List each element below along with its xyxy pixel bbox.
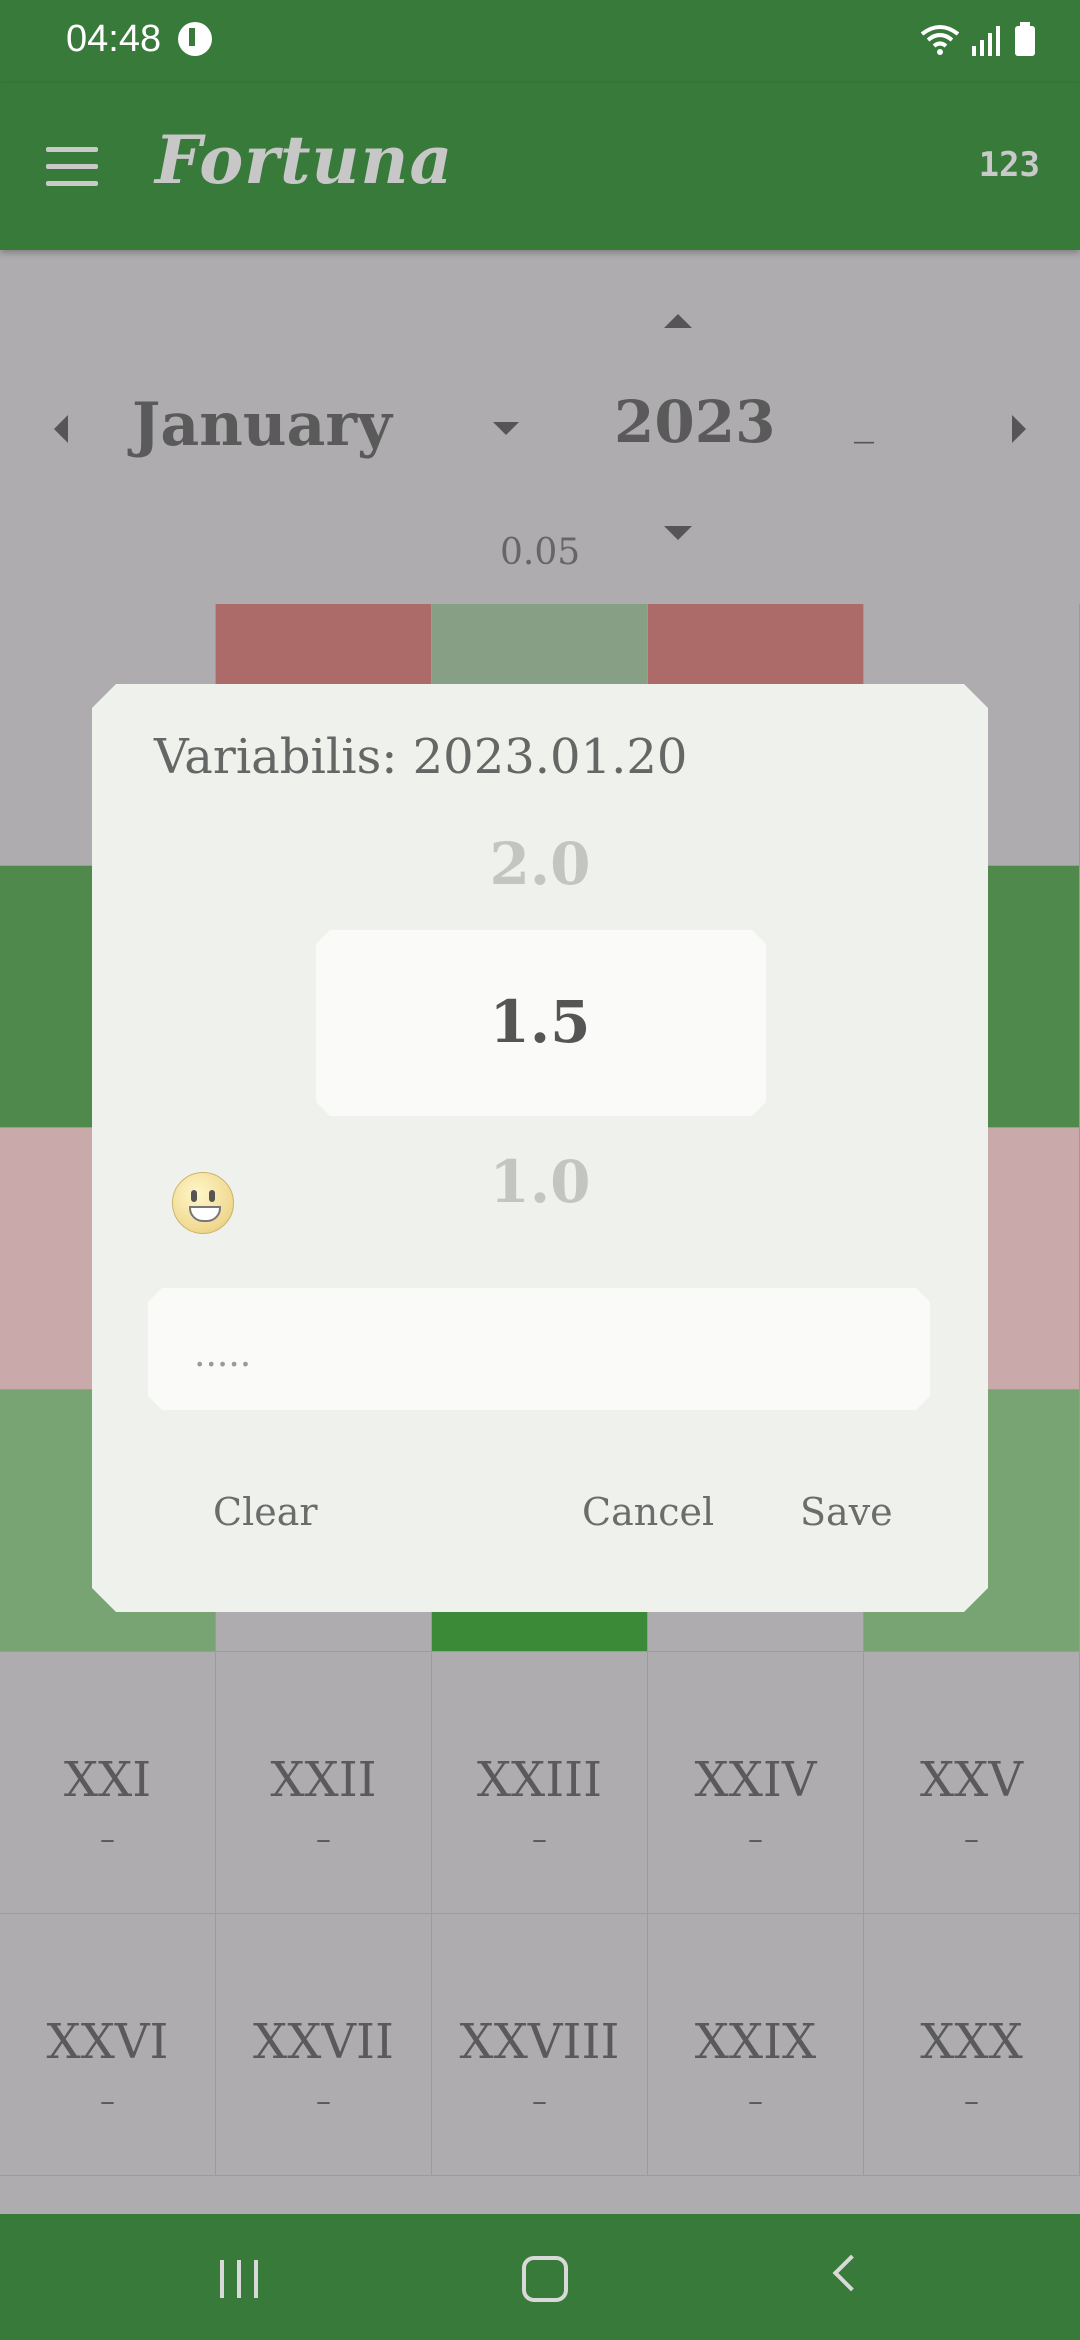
cancel-button[interactable]: Cancel: [582, 1490, 714, 1534]
day-value: –: [100, 2084, 115, 2119]
dash-toggle[interactable]: _: [854, 398, 874, 444]
day-number: XXVII: [253, 2014, 394, 2070]
clear-button[interactable]: Clear: [213, 1490, 318, 1534]
year-value[interactable]: 2023: [614, 388, 775, 456]
picker-current-value[interactable]: 1.5: [92, 988, 988, 1056]
next-month-icon[interactable]: [1012, 415, 1026, 443]
calendar-day-cell[interactable]: XXI –: [0, 1652, 216, 1914]
system-navigation-bar: [0, 2214, 1080, 2340]
day-number: XXIII: [476, 1752, 603, 1808]
day-value: –: [748, 1822, 763, 1857]
battery-icon: [1015, 22, 1035, 56]
previous-month-icon[interactable]: [54, 415, 68, 443]
day-value: –: [100, 1822, 115, 1857]
home-icon[interactable]: [522, 2256, 568, 2302]
day-number: XXII: [270, 1752, 377, 1808]
wifi-icon: [920, 25, 960, 55]
date-navigation: January 2023 _ 0.05: [0, 250, 1080, 605]
day-value: –: [748, 2084, 763, 2119]
year-increment-icon[interactable]: [664, 314, 692, 328]
day-value: –: [964, 1822, 979, 1857]
status-time: 04:48: [66, 18, 162, 60]
save-button[interactable]: Save: [800, 1490, 893, 1534]
day-number: XXVIII: [459, 2014, 620, 2070]
day-number: XXV: [919, 1752, 1023, 1808]
day-number: XXIV: [694, 1752, 817, 1808]
year-decrement-icon[interactable]: [664, 526, 692, 540]
status-icons: [920, 22, 1036, 56]
picker-previous-value[interactable]: 2.0: [92, 830, 988, 898]
numbers-toggle-button[interactable]: 123: [979, 145, 1040, 185]
day-number: XXVI: [46, 2014, 169, 2070]
calendar-day-cell[interactable]: XXIII –: [432, 1652, 648, 1914]
app-title: Fortuna: [155, 121, 454, 199]
signal-icon: [972, 26, 1000, 56]
day-value: –: [316, 2084, 331, 2119]
recent-apps-icon[interactable]: [220, 2260, 258, 2298]
day-value: –: [964, 2084, 979, 2119]
calendar-day-cell[interactable]: XXVIII –: [432, 1914, 648, 2176]
app-bar: Fortuna 123: [0, 83, 1080, 250]
calendar-day-cell[interactable]: XXVII –: [216, 1914, 432, 2176]
day-value: –: [532, 2084, 547, 2119]
calendar-day-cell[interactable]: XXV –: [864, 1652, 1080, 1914]
day-number: XXX: [920, 2014, 1023, 2070]
step-value: 0.05: [500, 532, 581, 573]
dialog-title: Variabilis: 2023.01.20: [154, 729, 688, 785]
calendar-day-cell[interactable]: XXIX –: [648, 1914, 864, 2176]
day-number: XXI: [63, 1752, 152, 1808]
calendar-day-cell[interactable]: XXVI –: [0, 1914, 216, 2176]
app-notification-icon: [178, 22, 212, 56]
value-dialog: Variabilis: 2023.01.20 2.0 1.5 1.0 .....…: [92, 684, 988, 1612]
day-number: XXIX: [694, 2014, 817, 2070]
note-input[interactable]: .....: [148, 1288, 930, 1410]
calendar-day-cell[interactable]: XXX –: [864, 1914, 1080, 2176]
calendar-day-cell[interactable]: XXIV –: [648, 1652, 864, 1914]
hamburger-menu-icon[interactable]: [46, 147, 98, 187]
smiley-face-icon[interactable]: [172, 1172, 234, 1234]
day-value: –: [316, 1822, 331, 1857]
chevron-down-icon[interactable]: [493, 422, 519, 435]
status-bar: 04:48: [0, 0, 1080, 83]
calendar-day-cell[interactable]: XXII –: [216, 1652, 432, 1914]
day-value: –: [532, 1822, 547, 1857]
back-icon[interactable]: [832, 2254, 870, 2292]
month-selector[interactable]: January: [132, 390, 392, 460]
